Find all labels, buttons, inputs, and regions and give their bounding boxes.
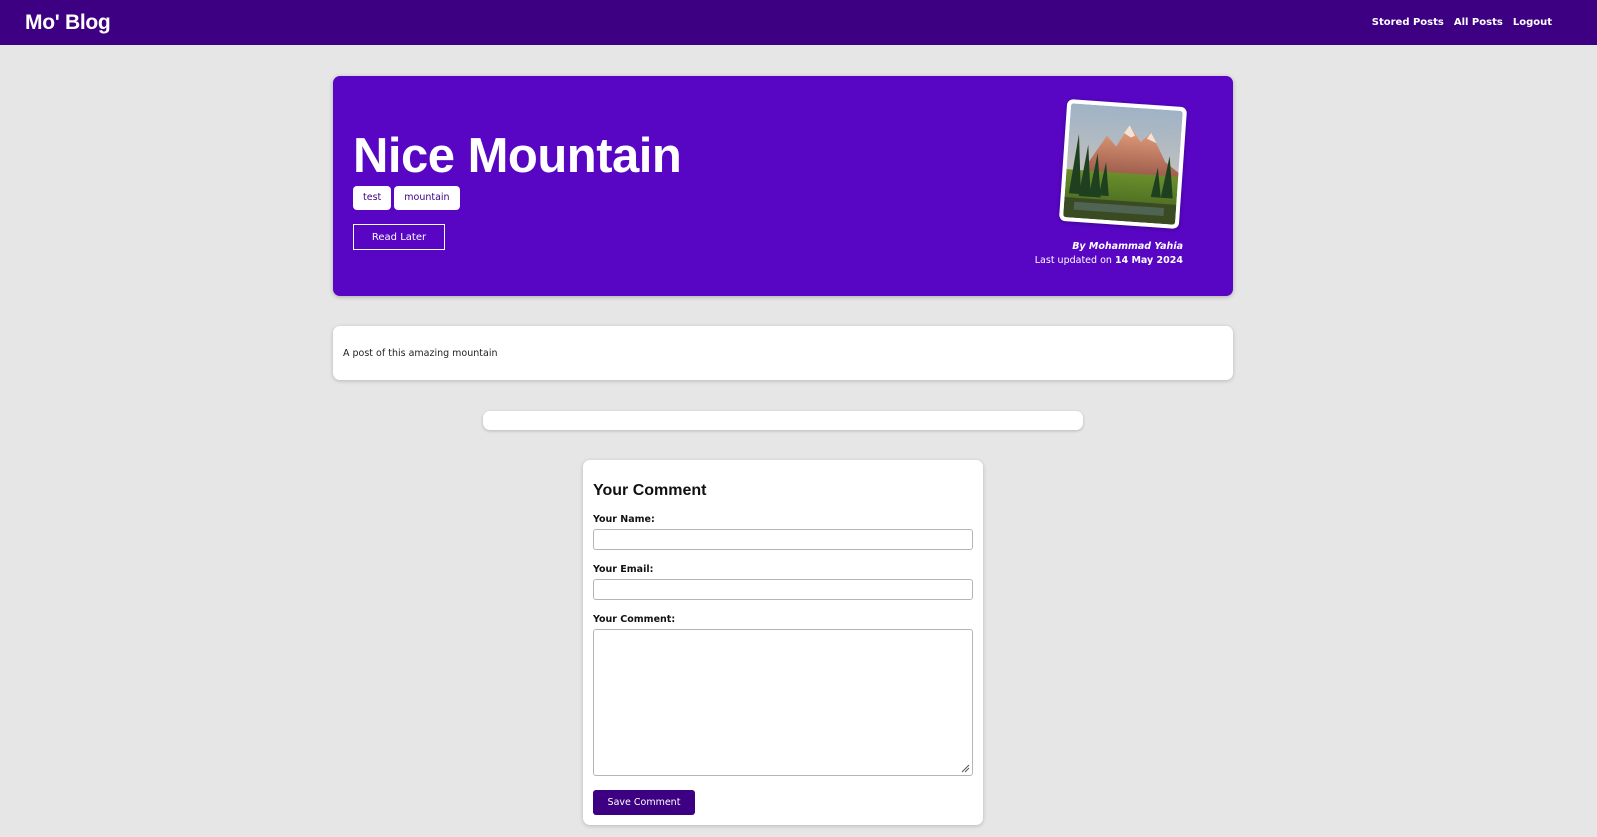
resize-grip-icon[interactable]: [961, 764, 970, 773]
save-comment-button[interactable]: Save Comment: [593, 790, 695, 815]
updated-date: 14 May 2024: [1114, 255, 1183, 266]
comment-form: Your Comment Your Name: Your Email: Your…: [583, 460, 983, 825]
updated-prefix: Last updated on: [1034, 255, 1112, 266]
post-content: A post of this amazing mountain: [333, 326, 1233, 380]
site-logo[interactable]: Mo' Blog: [25, 11, 111, 35]
read-later-button[interactable]: Read Later: [353, 224, 445, 250]
comment-label: Your Comment:: [593, 614, 676, 625]
post-image: [1058, 98, 1188, 230]
post-title: Nice Mountain: [353, 129, 682, 183]
post-hero: Nice Mountain test mountain Read Later B…: [333, 76, 1233, 296]
top-navbar: Mo' Blog Stored Posts All Posts Logout: [0, 0, 1597, 45]
comments-list: [483, 411, 1083, 430]
post-author: By Mohammad Yahia: [1072, 241, 1183, 252]
tag-mountain[interactable]: mountain: [394, 186, 460, 210]
nav-all-posts[interactable]: All Posts: [1454, 17, 1503, 28]
mountain-photo-icon: [1063, 103, 1183, 225]
comment-textarea[interactable]: [593, 629, 973, 776]
post-body-text: A post of this amazing mountain: [343, 347, 498, 359]
name-input[interactable]: [593, 529, 973, 550]
comment-form-title: Your Comment: [593, 482, 707, 499]
email-input[interactable]: [593, 579, 973, 600]
main-nav: Stored Posts All Posts Logout: [1372, 17, 1552, 28]
name-label: Your Name:: [593, 514, 655, 525]
post-tags: test mountain: [353, 186, 460, 210]
post-updated: Last updated on 14 May 2024: [1035, 254, 1183, 268]
nav-stored-posts[interactable]: Stored Posts: [1372, 17, 1444, 28]
nav-logout[interactable]: Logout: [1513, 17, 1552, 28]
tag-test[interactable]: test: [353, 186, 392, 210]
email-label: Your Email:: [593, 564, 654, 575]
post-byline: By Mohammad Yahia Last updated on 14 May…: [1035, 240, 1183, 268]
